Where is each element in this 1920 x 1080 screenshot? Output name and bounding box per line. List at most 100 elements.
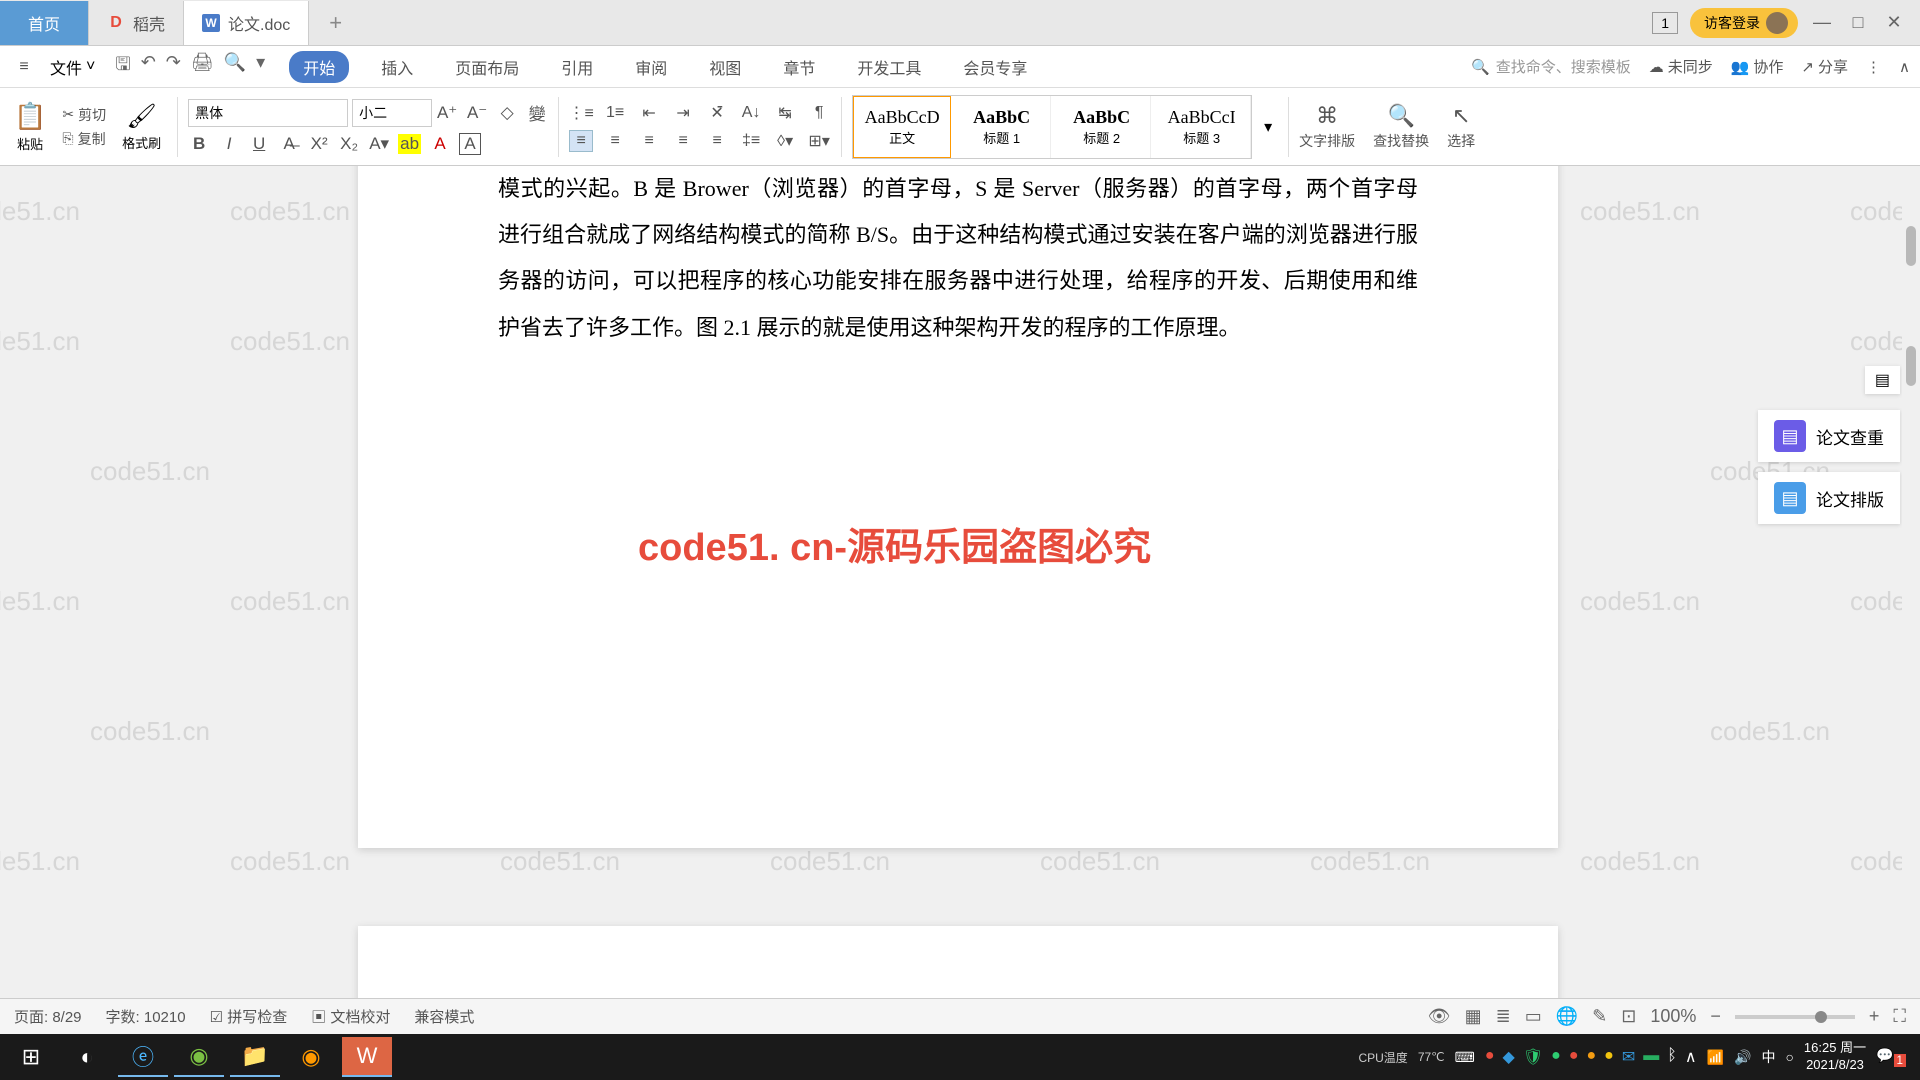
menu-review[interactable]: 审阅	[625, 51, 677, 83]
superscript-button[interactable]: X²	[308, 134, 330, 154]
shading-button[interactable]: ◊▾	[773, 130, 797, 152]
menu-member[interactable]: 会员专享	[953, 51, 1037, 83]
page-indicator[interactable]: 页面: 8/29	[14, 1006, 82, 1027]
fit-icon[interactable]: ⊡	[1621, 1006, 1636, 1027]
proofread-toggle[interactable]: ▣ 文档校对	[311, 1006, 390, 1027]
style-h3[interactable]: AaBbCcI标题 3	[1153, 96, 1251, 158]
menu-insert[interactable]: 插入	[371, 51, 423, 83]
ime-indicator[interactable]: 中	[1761, 1047, 1775, 1067]
share-button[interactable]: ↗分享	[1801, 56, 1848, 77]
style-h2[interactable]: AaBbC标题 2	[1053, 96, 1151, 158]
cortana-icon[interactable]: ○	[1785, 1049, 1793, 1065]
more-qa-icon[interactable]: ▾	[256, 52, 265, 82]
align-left-button[interactable]: ≡	[569, 130, 593, 152]
select-button[interactable]: ↖选择	[1447, 103, 1475, 151]
style-h1[interactable]: AaBbC标题 1	[953, 96, 1051, 158]
style-gallery[interactable]: AaBbCcD正文 AaBbC标题 1 AaBbC标题 2 AaBbCcI标题 …	[852, 95, 1252, 159]
volume-icon[interactable]: 🔊	[1734, 1049, 1751, 1066]
zoom-in[interactable]: +	[1869, 1006, 1880, 1027]
file-menu[interactable]: 文件˅	[42, 55, 103, 79]
tab-add[interactable]: +	[309, 10, 362, 36]
style-normal[interactable]: AaBbCcD正文	[853, 96, 951, 158]
menu-reference[interactable]: 引用	[551, 51, 603, 83]
edit-mode-icon[interactable]: ✎	[1592, 1006, 1607, 1027]
explorer-icon[interactable]: 📁	[230, 1037, 280, 1077]
font-color-button[interactable]: A	[429, 134, 451, 154]
copy-button[interactable]: ⎘复制	[62, 129, 106, 149]
highlight-button[interactable]: ab	[398, 134, 421, 154]
tab-home[interactable]: 首页	[0, 1, 89, 45]
view-page-icon[interactable]: ▦	[1465, 1006, 1482, 1027]
tab-daoke[interactable]: D 稻壳	[89, 1, 184, 45]
tray-icons[interactable]: ●◆🛡 ●●● ●✉▬ ᛒ∧	[1485, 1047, 1697, 1067]
save-icon[interactable]: 🖫	[115, 52, 130, 82]
asian-layout-icon[interactable]: ✕̄	[705, 102, 729, 124]
preview-icon[interactable]: 🔍	[224, 52, 246, 82]
char-border-button[interactable]: A	[459, 133, 481, 155]
body-text[interactable]: 模式的兴起。B 是 Brower（浏览器）的首字母，S 是 Server（服务器…	[498, 166, 1418, 351]
menu-start[interactable]: 开始	[289, 51, 349, 83]
maximize-button[interactable]: □	[1846, 12, 1870, 33]
notification-icon[interactable]: 💬1	[1876, 1047, 1906, 1067]
numbering-icon[interactable]: 1≡	[603, 102, 627, 124]
line-spacing-button[interactable]: ‡≡	[739, 130, 763, 152]
scroll-thumb[interactable]	[1906, 226, 1916, 266]
fullscreen-icon[interactable]: ⛶	[1893, 1006, 1906, 1027]
wifi-icon[interactable]: 📶	[1707, 1049, 1724, 1066]
menu-pagelayout[interactable]: 页面布局	[445, 51, 529, 83]
paper-layout-button[interactable]: ▤论文排版	[1758, 472, 1900, 524]
clock[interactable]: 16:25 周一2021/8/23	[1804, 1040, 1866, 1074]
tab-document[interactable]: W 论文.doc	[184, 1, 309, 45]
sync-status[interactable]: ☁未同步	[1649, 56, 1713, 77]
minimize-button[interactable]: —	[1810, 12, 1834, 33]
italic-button[interactable]: I	[218, 134, 240, 154]
grow-font-icon[interactable]: A⁺	[436, 103, 458, 123]
align-center-button[interactable]: ≡	[603, 130, 627, 152]
font-name-select[interactable]	[188, 99, 348, 127]
borders-button[interactable]: ⊞▾	[807, 130, 831, 152]
view-outline-icon[interactable]: ≣	[1496, 1006, 1511, 1027]
browser-icon[interactable]: ◉	[174, 1037, 224, 1077]
font-size-select[interactable]	[352, 99, 432, 127]
settings-icon[interactable]: ⋮	[1866, 58, 1881, 76]
shrink-font-icon[interactable]: A⁻	[466, 103, 488, 123]
obs-icon[interactable]: ◐	[62, 1037, 112, 1077]
show-marks-icon[interactable]: ¶	[807, 102, 831, 124]
document-area[interactable]: code51.cn code51.cn code51.cn code51.cn …	[0, 166, 1920, 1034]
vertical-scrollbar[interactable]	[1902, 166, 1920, 998]
phonetic-icon[interactable]: 變	[526, 100, 548, 125]
tab-char-icon[interactable]: ↹	[773, 102, 797, 124]
view-read-icon[interactable]: ▭	[1525, 1006, 1542, 1027]
paper-check-button[interactable]: ▤论文查重	[1758, 410, 1900, 462]
align-justify-button[interactable]: ≡	[671, 130, 695, 152]
app-icon[interactable]: ◉	[286, 1037, 336, 1077]
find-replace-button[interactable]: 🔍查找替换	[1373, 103, 1429, 151]
text-layout-button[interactable]: ⌘文字排版	[1299, 103, 1355, 151]
indent-inc-icon[interactable]: ⇥	[671, 102, 695, 124]
ie-icon[interactable]: ⓔ	[118, 1037, 168, 1077]
bullets-icon[interactable]: ⋮≡	[569, 102, 593, 124]
style-more-icon[interactable]: ▾	[1258, 117, 1278, 137]
panel-collapse[interactable]: ▤	[1865, 366, 1900, 394]
paste-group[interactable]: 📋 粘贴	[8, 101, 52, 153]
menu-view[interactable]: 视图	[699, 51, 751, 83]
menu-chapter[interactable]: 章节	[773, 51, 825, 83]
eye-icon[interactable]: 👁	[1428, 1006, 1451, 1027]
login-badge[interactable]: 访客登录	[1690, 8, 1798, 38]
command-search[interactable]: 🔍 查找命令、搜索模板	[1471, 56, 1631, 77]
undo-icon[interactable]: ↶	[141, 52, 156, 82]
collab-button[interactable]: 👥协作	[1731, 56, 1784, 77]
align-distribute-button[interactable]: ≡	[705, 130, 729, 152]
text-effects-button[interactable]: A▾	[368, 134, 390, 154]
align-right-button[interactable]: ≡	[637, 130, 661, 152]
zoom-value[interactable]: 100%	[1650, 1006, 1696, 1027]
collapse-ribbon-icon[interactable]: ∧	[1899, 58, 1910, 76]
window-count-badge[interactable]: 1	[1652, 12, 1678, 34]
bold-button[interactable]: B	[188, 134, 210, 154]
keyboard-icon[interactable]: ⌨	[1455, 1049, 1475, 1066]
underline-button[interactable]: U	[248, 134, 270, 154]
format-brush[interactable]: 🖌 格式刷	[116, 102, 167, 152]
spellcheck-toggle[interactable]: ☑ 拼写检查	[210, 1006, 288, 1027]
view-web-icon[interactable]: 🌐	[1556, 1006, 1578, 1027]
wps-icon[interactable]: W	[342, 1037, 392, 1077]
